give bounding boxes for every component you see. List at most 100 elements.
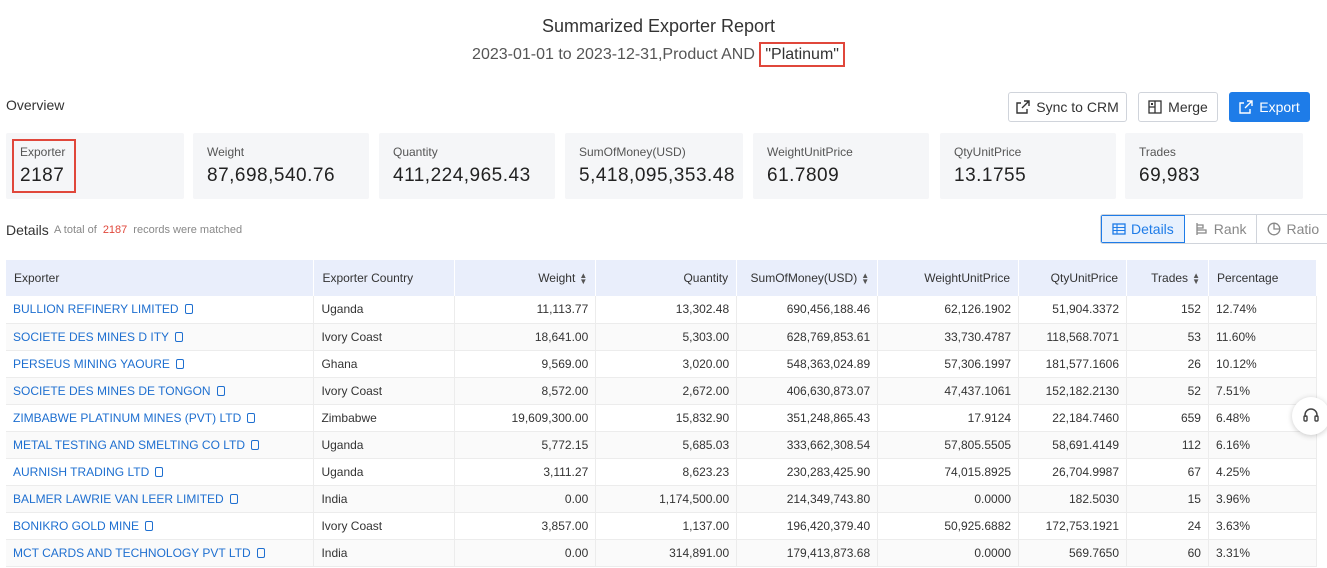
- copy-icon[interactable]: [145, 520, 154, 531]
- cell-sum-of-money: 333,662,308.54: [736, 431, 879, 459]
- cell-exporter: MCT CARDS AND TECHNOLOGY PVT LTD: [6, 539, 315, 567]
- cell-qty-unit-price: 181,577.1606: [1018, 350, 1128, 378]
- copy-icon[interactable]: [256, 547, 265, 558]
- exporter-link[interactable]: SOCIETE DES MINES D ITY: [13, 330, 169, 344]
- cell-quantity: 5,303.00: [595, 323, 738, 351]
- merge-icon: [1148, 100, 1162, 114]
- records-count: 2187: [102, 224, 128, 236]
- cell-qty-unit-price: 51,904.3372: [1018, 296, 1128, 324]
- cell-quantity: 8,623.23: [595, 458, 738, 486]
- copy-icon[interactable]: [175, 358, 184, 369]
- sort-icon[interactable]: ▲ ▼: [579, 271, 587, 285]
- col-header-quantity: Quantity: [595, 260, 738, 296]
- exporter-table: Exporter Exporter Country Weight ▲ ▼ Quant…: [6, 260, 1318, 567]
- copy-icon[interactable]: [247, 412, 256, 423]
- col-header-label: Trades: [1151, 271, 1189, 285]
- exporter-link[interactable]: AURNISH TRADING LTD: [13, 465, 149, 479]
- table-row: SOCIETE DES MINES D ITY Ivory Coast 18,641…: [6, 323, 1318, 351]
- cell-weight: 3,111.27: [454, 458, 597, 486]
- support-headset-button[interactable]: [1292, 397, 1327, 435]
- cell-percentage: 3.63%: [1208, 512, 1318, 540]
- sort-icon[interactable]: ▲ ▼: [861, 271, 869, 285]
- cell-country: Ivory Coast: [313, 323, 456, 351]
- cell-trades: 67: [1126, 458, 1209, 486]
- export-label: Export: [1259, 99, 1300, 115]
- stat-value: 87,698,540.76: [207, 165, 336, 186]
- cell-country: Ivory Coast: [313, 377, 456, 405]
- cell-quantity: 13,302.48: [595, 296, 738, 324]
- sync-to-crm-button[interactable]: Sync to CRM: [1008, 92, 1127, 122]
- cell-trades: 52: [1126, 377, 1209, 405]
- table-icon: [1112, 223, 1126, 235]
- cell-qty-unit-price: 569.7650: [1018, 539, 1128, 567]
- col-header-weight[interactable]: Weight ▲ ▼: [454, 260, 597, 296]
- col-header-sum-of-money[interactable]: SumOfMoney(USD) ▲ ▼: [736, 260, 879, 296]
- copy-icon[interactable]: [229, 493, 238, 504]
- tab-ratio[interactable]: Ratio: [1257, 215, 1327, 243]
- col-header-trades[interactable]: Trades ▲ ▼: [1126, 260, 1209, 296]
- exporter-link[interactable]: BONIKRO GOLD MINE: [13, 519, 139, 533]
- merge-label: Merge: [1168, 99, 1208, 115]
- cell-percentage: 6.16%: [1208, 431, 1318, 459]
- copy-icon[interactable]: [155, 466, 164, 477]
- tab-details[interactable]: Details: [1101, 215, 1185, 243]
- stat-label: Exporter: [20, 145, 66, 159]
- exporter-link[interactable]: MCT CARDS AND TECHNOLOGY PVT LTD: [13, 546, 251, 560]
- cell-percentage: 4.25%: [1208, 458, 1318, 486]
- table-row: MCT CARDS AND TECHNOLOGY PVT LTD India 0.0…: [6, 539, 1318, 567]
- merge-button[interactable]: Merge: [1138, 92, 1218, 122]
- stat-value: 2187: [20, 165, 65, 186]
- note-prefix: A total of: [54, 224, 97, 236]
- exporter-link[interactable]: METAL TESTING AND SMELTING CO LTD: [13, 438, 245, 452]
- export-button[interactable]: Export: [1229, 92, 1310, 122]
- cell-percentage: 12.74%: [1208, 296, 1318, 324]
- stat-card-qty-unit-price: QtyUnitPrice 13.1755: [940, 133, 1116, 199]
- stat-label: WeightUnitPrice: [767, 145, 853, 159]
- note-suffix: records were matched: [133, 224, 243, 236]
- cell-sum-of-money: 351,248,865.43: [736, 404, 879, 432]
- sync-to-crm-label: Sync to CRM: [1036, 99, 1119, 115]
- cell-weight-unit-price: 74,015.8925: [877, 458, 1020, 486]
- stat-value: 13.1755: [954, 165, 1027, 186]
- view-tabs: Details Rank Ratio: [1100, 214, 1327, 244]
- exporter-link[interactable]: PERSEUS MINING YAOURE: [13, 357, 170, 371]
- cell-trades: 26: [1126, 350, 1209, 378]
- copy-icon[interactable]: [184, 304, 193, 315]
- exporter-link[interactable]: BALMER LAWRIE VAN LEER LIMITED: [13, 492, 224, 506]
- cell-trades: 152: [1126, 296, 1209, 324]
- cell-weight: 0.00: [454, 539, 597, 567]
- cell-sum-of-money: 230,283,425.90: [736, 458, 879, 486]
- cell-qty-unit-price: 22,184.7460: [1018, 404, 1128, 432]
- cell-trades: 53: [1126, 323, 1209, 351]
- exporter-link[interactable]: BULLION REFINERY LIMITED: [13, 302, 179, 316]
- cell-country: India: [313, 485, 456, 513]
- cell-weight-unit-price: 62,126.1902: [877, 296, 1020, 324]
- sort-icon[interactable]: ▲ ▼: [1192, 271, 1200, 285]
- cell-weight-unit-price: 33,730.4787: [877, 323, 1020, 351]
- cell-weight: 19,609,300.00: [454, 404, 597, 432]
- cell-exporter: PERSEUS MINING YAOURE: [6, 350, 315, 378]
- external-link-icon: [1016, 100, 1030, 114]
- cell-country: Ivory Coast: [313, 512, 456, 540]
- cell-qty-unit-price: 118,568.7071: [1018, 323, 1128, 351]
- cell-qty-unit-price: 182.5030: [1018, 485, 1128, 513]
- exporter-link[interactable]: ZIMBABWE PLATINUM MINES (PVT) LTD: [13, 411, 241, 425]
- copy-icon[interactable]: [216, 385, 225, 396]
- cell-percentage: 11.60%: [1208, 323, 1318, 351]
- tab-rank[interactable]: Rank: [1185, 215, 1258, 243]
- cell-qty-unit-price: 172,753.1921: [1018, 512, 1128, 540]
- cell-quantity: 314,891.00: [595, 539, 738, 567]
- copy-icon[interactable]: [175, 331, 184, 342]
- cell-trades: 659: [1126, 404, 1209, 432]
- cell-sum-of-money: 628,769,853.61: [736, 323, 879, 351]
- stat-label: Weight: [207, 145, 245, 159]
- copy-icon[interactable]: [251, 439, 260, 450]
- cell-percentage: 10.12%: [1208, 350, 1318, 378]
- tab-ratio-label: Ratio: [1286, 221, 1320, 237]
- cell-sum-of-money: 179,413,873.68: [736, 539, 879, 567]
- exporter-link[interactable]: SOCIETE DES MINES DE TONGON: [13, 384, 211, 398]
- table-header-row: Exporter Exporter Country Weight ▲ ▼ Quant…: [6, 260, 1318, 296]
- cell-exporter: SOCIETE DES MINES DE TONGON: [6, 377, 315, 405]
- cell-qty-unit-price: 58,691.4149: [1018, 431, 1128, 459]
- records-matched-note: A total of 2187 records were matched: [54, 224, 242, 236]
